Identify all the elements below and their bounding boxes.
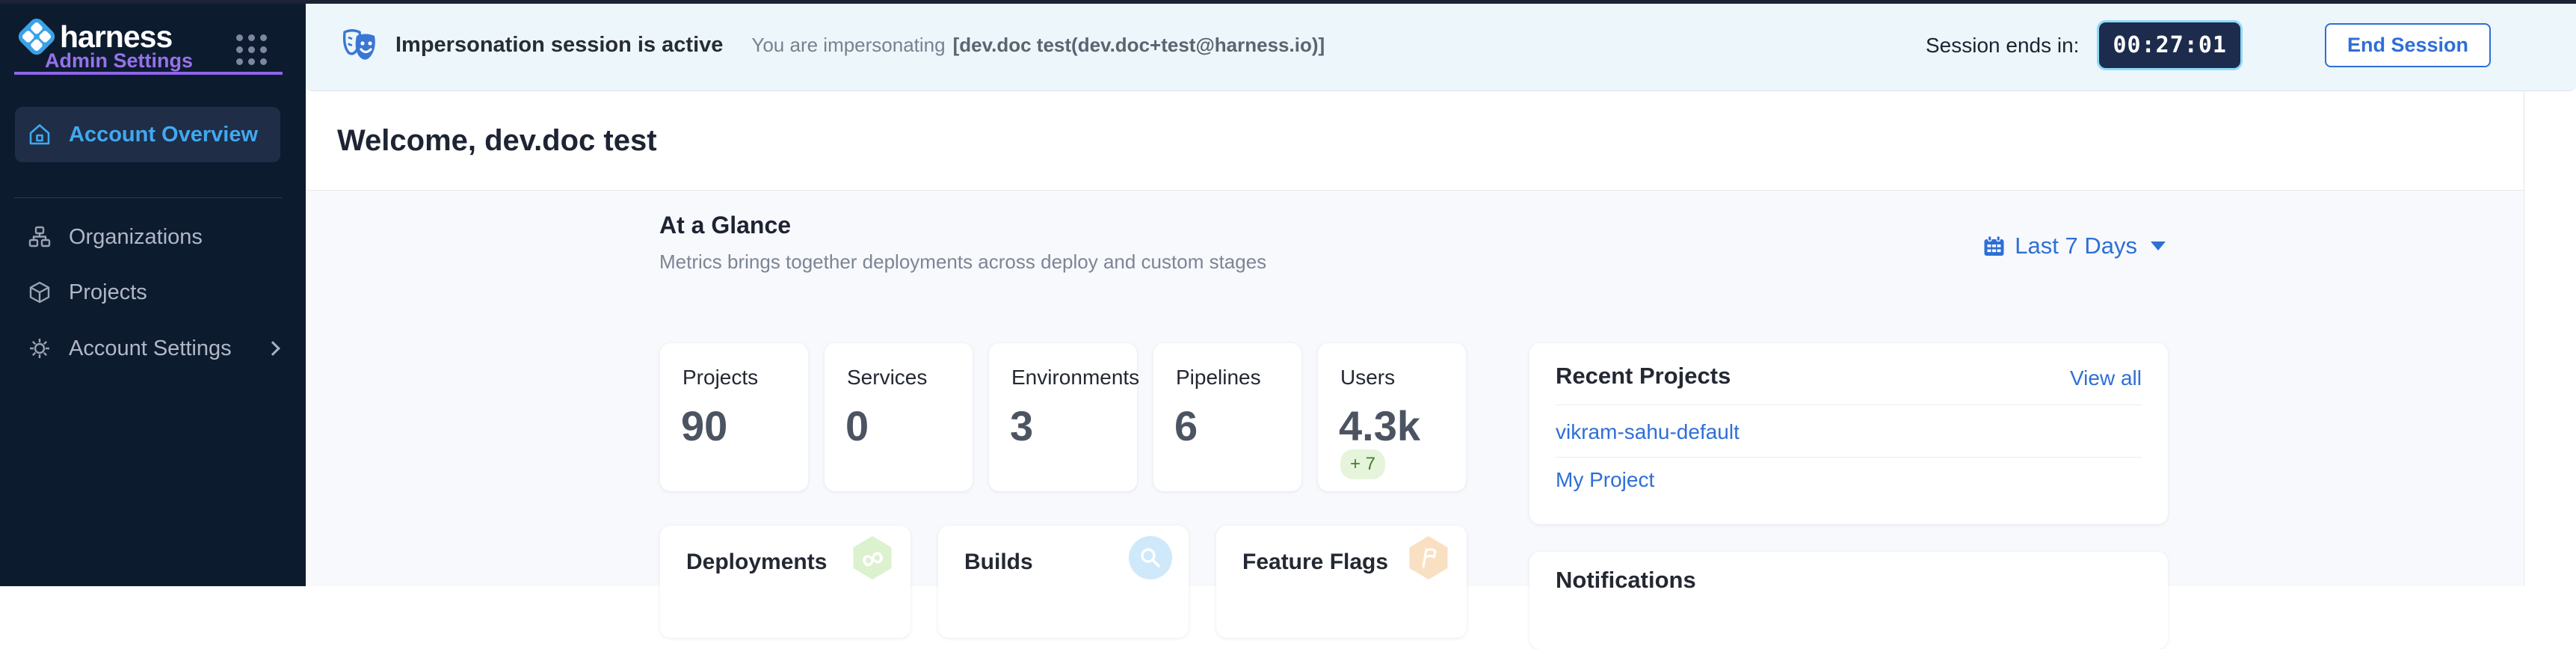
sidebar-item-account-overview[interactable]: Account Overview [15, 107, 280, 162]
sidebar-item-label: Organizations [69, 225, 203, 250]
window-top-strip [0, 0, 2576, 4]
stat-value: 0 [845, 402, 869, 450]
sidebar-item-account-settings[interactable]: Account Settings [15, 327, 280, 369]
stat-value: 4.3k [1339, 402, 1420, 450]
sidebar-item-label: Account Settings [69, 336, 232, 361]
stat-value: 6 [1174, 402, 1198, 450]
theater-masks-icon [340, 27, 380, 64]
stat-card-environments[interactable]: Environments 3 [989, 343, 1137, 491]
stat-label: Users [1340, 366, 1395, 390]
gear-icon [27, 336, 52, 361]
end-session-button[interactable]: End Session [2325, 23, 2491, 67]
view-all-link[interactable]: View all [2070, 366, 2142, 390]
sidebar-subtitle: Admin Settings [45, 49, 193, 73]
recent-project-link[interactable]: vikram-sahu-default [1556, 420, 1740, 444]
module-card-deployments[interactable]: Deployments ∞ [660, 526, 910, 638]
stat-card-services[interactable]: Services 0 [825, 343, 973, 491]
session-timer: 00:27:01 [2097, 20, 2243, 70]
at-a-glance-subtitle: Metrics brings together deployments acro… [659, 250, 1266, 274]
stat-value: 90 [681, 402, 727, 450]
banner-left: Impersonation session is active You are … [340, 0, 1325, 90]
org-chart-icon [27, 224, 52, 250]
time-range-select[interactable]: Last 7 Days [1982, 233, 2166, 259]
stats-row: Projects 90 Services 0 Environments 3 Pi… [660, 343, 1466, 491]
deployments-icon: ∞ [851, 536, 894, 579]
banner-impersonating-target: [dev.doc test(dev.doc+test@harness.io)] [953, 34, 1325, 57]
module-label: Builds [964, 550, 1033, 575]
builds-icon [1129, 536, 1172, 579]
sidebar-item-label: Account Overview [69, 123, 258, 147]
sidebar-item-organizations[interactable]: Organizations [15, 216, 280, 258]
session-ends-label: Session ends in: [1926, 34, 2079, 58]
stat-label: Environments [1011, 366, 1139, 390]
home-icon [27, 122, 52, 147]
notifications-title: Notifications [1556, 567, 1696, 594]
module-card-builds[interactable]: Builds [938, 526, 1189, 638]
welcome-band: Welcome, dev.doc test [306, 91, 2576, 191]
banner-right: Session ends in: 00:27:01 End Session [1926, 0, 2491, 90]
caret-down-icon [2151, 242, 2166, 250]
sidebar-divider [14, 197, 283, 198]
stat-card-users[interactable]: Users 4.3k + 7 [1318, 343, 1466, 491]
module-card-feature-flags[interactable]: Feature Flags [1216, 526, 1467, 638]
divider [1556, 457, 2142, 458]
module-label: Feature Flags [1242, 550, 1388, 575]
banner-impersonating-prefix: You are impersonating [751, 34, 945, 57]
stat-value: 3 [1010, 402, 1033, 450]
recent-projects-title: Recent Projects [1556, 363, 1731, 390]
module-label: Deployments [686, 550, 827, 575]
main-content: At a Glance Metrics brings together depl… [306, 191, 2523, 586]
page-title: Welcome, dev.doc test [337, 124, 657, 158]
chevron-right-icon [265, 341, 280, 356]
stat-label: Projects [682, 366, 758, 390]
calendar-icon [1982, 235, 2006, 258]
sidebar-purple-rule [14, 72, 283, 75]
scroll-gutter [2524, 91, 2576, 586]
sidebar: harness Admin Settings Account Overview … [0, 0, 306, 586]
cube-icon [27, 280, 52, 305]
users-delta-badge: + 7 [1340, 449, 1385, 479]
stat-card-projects[interactable]: Projects 90 [660, 343, 808, 491]
notifications-panel: Notifications [1529, 552, 2168, 649]
sidebar-item-projects[interactable]: Projects [15, 271, 280, 313]
stat-label: Pipelines [1176, 366, 1261, 390]
stat-label: Services [847, 366, 927, 390]
app-grid-icon[interactable] [236, 34, 267, 65]
modules-row: Deployments ∞ Builds Feature Flags [660, 526, 1467, 638]
recent-project-link[interactable]: My Project [1556, 468, 1654, 492]
at-a-glance-title: At a Glance [659, 212, 791, 239]
sidebar-item-label: Projects [69, 280, 147, 305]
impersonation-banner: Impersonation session is active You are … [306, 0, 2576, 91]
recent-projects-panel: Recent Projects View all vikram-sahu-def… [1529, 343, 2168, 524]
banner-title: Impersonation session is active [395, 33, 723, 58]
feature-flags-icon [1407, 536, 1450, 579]
stat-card-pipelines[interactable]: Pipelines 6 [1153, 343, 1301, 491]
time-range-label: Last 7 Days [2015, 233, 2137, 259]
